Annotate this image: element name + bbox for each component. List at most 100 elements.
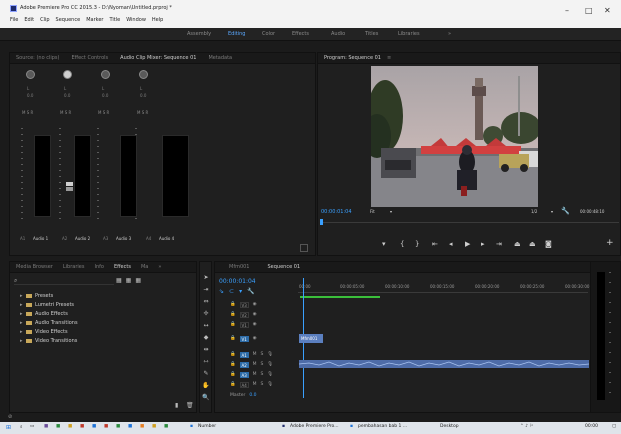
tree-item-video-transitions[interactable]: ▸ Video Transitions: [10, 337, 190, 346]
tree-item-audio-effects[interactable]: ▸ Audio Effects: [10, 310, 190, 319]
taskbar-app-icon[interactable]: ■: [164, 424, 168, 429]
taskbar-app-icon[interactable]: ■: [92, 424, 96, 429]
dropdown-arrow-icon[interactable]: ▾: [551, 209, 553, 214]
mark-in-icon[interactable]: {: [400, 240, 404, 248]
add-marker-icon[interactable]: ▾: [239, 288, 242, 295]
program-scrubber[interactable]: [320, 222, 619, 223]
taskbar-window-word[interactable]: pembahasan bab 1 ...: [358, 424, 407, 429]
mute-icon[interactable]: M: [253, 352, 257, 357]
lock-icon[interactable]: 🔒: [230, 336, 236, 341]
mark-out-icon[interactable]: }: [415, 240, 419, 248]
go-to-out-icon[interactable]: ⇥: [496, 240, 502, 248]
snap-icon[interactable]: ⇘: [219, 288, 224, 295]
lock-icon[interactable]: 🔒: [230, 362, 236, 367]
track-target[interactable]: A4: [239, 381, 249, 388]
workspace-more[interactable]: »: [448, 31, 451, 37]
pan-knob[interactable]: [63, 70, 72, 79]
mute-solo-record-buttons[interactable]: M S R: [22, 110, 33, 115]
lock-icon[interactable]: 🔒: [230, 302, 236, 307]
excel-icon[interactable]: ▪: [190, 424, 193, 429]
pan-knob[interactable]: [26, 70, 35, 79]
rate-stretch-icon[interactable]: ↔: [202, 322, 210, 330]
eye-icon[interactable]: ◉: [253, 312, 257, 317]
new-bin-icon[interactable]: ▮: [175, 402, 178, 409]
workspace-titles[interactable]: Titles: [365, 31, 378, 37]
menu-marker[interactable]: Marker: [86, 17, 103, 23]
tab-effects[interactable]: Effects: [114, 264, 131, 270]
workspace-color[interactable]: Color: [262, 31, 275, 37]
mute-icon[interactable]: M: [253, 372, 257, 377]
track-target[interactable]: A3: [239, 371, 249, 378]
work-area-bar[interactable]: [300, 296, 380, 298]
hand-tool-icon[interactable]: ✋: [202, 382, 210, 390]
yuv-effects-icon[interactable]: ▦: [135, 277, 141, 284]
task-view-icon[interactable]: ▭: [30, 424, 34, 429]
add-button-icon[interactable]: +: [606, 238, 614, 248]
file-explorer-icon[interactable]: ■: [68, 424, 72, 429]
tab-mfm001[interactable]: Mfm001: [229, 264, 250, 270]
tab-info[interactable]: Info: [94, 264, 103, 270]
wrench-icon[interactable]: 🔧: [561, 207, 570, 215]
taskbar-app-icon[interactable]: ■: [116, 424, 120, 429]
tab-sequence-01[interactable]: Sequence 01: [268, 264, 301, 270]
slide-tool-icon[interactable]: ⇿: [202, 358, 210, 366]
step-back-icon[interactable]: ◂: [449, 240, 453, 248]
workspace-assembly[interactable]: Assembly: [187, 31, 211, 37]
taskbar-app-icon[interactable]: ■: [44, 424, 48, 429]
slip-tool-icon[interactable]: ⇹: [202, 346, 210, 354]
pan-knob[interactable]: [139, 70, 148, 79]
menu-help[interactable]: Help: [152, 17, 163, 23]
mute-icon[interactable]: M: [253, 382, 257, 387]
pen-tool-icon[interactable]: ✎: [202, 370, 210, 378]
step-forward-icon[interactable]: ▸: [481, 240, 485, 248]
menu-edit[interactable]: Edit: [24, 17, 34, 23]
razor-tool-icon[interactable]: ◆: [202, 334, 210, 342]
menu-sequence[interactable]: Sequence: [56, 17, 81, 23]
panel-menu-icon[interactable]: ≡: [387, 55, 391, 61]
tree-item-lumetri-presets[interactable]: ▸ Lumetri Presets: [10, 301, 190, 310]
mic-icon[interactable]: 🎙: [267, 372, 273, 377]
solo-icon[interactable]: S: [261, 362, 264, 367]
track-target[interactable]: A1: [239, 351, 249, 358]
solo-icon[interactable]: S: [261, 382, 264, 387]
tab-libraries[interactable]: Libraries: [63, 264, 85, 270]
extract-icon[interactable]: ⏏: [529, 240, 536, 248]
mute-solo-record-buttons[interactable]: M S R: [98, 110, 109, 115]
lock-icon[interactable]: 🔒: [230, 322, 236, 327]
track-target[interactable]: V3: [239, 301, 249, 308]
selection-tool-icon[interactable]: ➤: [202, 274, 210, 282]
export-frame-icon[interactable]: ◙: [545, 240, 552, 248]
lock-icon[interactable]: 🔒: [230, 352, 236, 357]
taskbar-app-icon[interactable]: ■: [104, 424, 108, 429]
tab-effect-controls[interactable]: Effect Controls: [71, 55, 108, 61]
track-select-icon[interactable]: ⇥: [202, 286, 210, 294]
eye-icon[interactable]: ◉: [253, 302, 257, 307]
menu-file[interactable]: File: [10, 17, 18, 23]
menu-clip[interactable]: Clip: [40, 17, 49, 23]
track-target[interactable]: V1: [239, 335, 249, 342]
mic-icon[interactable]: 🎙: [267, 352, 273, 357]
mute-icon[interactable]: M: [253, 362, 257, 367]
taskbar-app-icon[interactable]: ■: [152, 424, 156, 429]
effects-search-input[interactable]: ⌕: [14, 277, 114, 285]
pan-knob[interactable]: [101, 70, 110, 79]
workspace-audio[interactable]: Audio: [331, 31, 345, 37]
close-button[interactable]: ✕: [604, 6, 611, 15]
accelerated-effects-icon[interactable]: ▦: [116, 277, 122, 284]
panel-menu-icon[interactable]: [300, 244, 308, 252]
taskbar-window-premiere[interactable]: Adobe Premiere Pro...: [290, 424, 339, 429]
menu-window[interactable]: Window: [126, 17, 146, 23]
mic-icon[interactable]: 🎙: [267, 382, 273, 387]
delete-icon[interactable]: 🗑: [186, 402, 194, 409]
lock-icon[interactable]: 🔒: [230, 382, 236, 387]
word-icon[interactable]: ▪: [350, 424, 353, 429]
go-to-in-icon[interactable]: ⇤: [432, 240, 438, 248]
taskbar-window-number[interactable]: Number: [198, 424, 216, 429]
timeline-timecode[interactable]: 00:00:01:04: [219, 278, 256, 285]
menu-title[interactable]: Title: [109, 17, 120, 23]
lock-icon[interactable]: 🔒: [230, 312, 236, 317]
tree-item-video-effects[interactable]: ▸ Video Effects: [10, 328, 190, 337]
tab-media-browser[interactable]: Media Browser: [16, 264, 53, 270]
tree-item-presets[interactable]: ▸ Presets: [10, 292, 190, 301]
workspace-effects[interactable]: Effects: [292, 31, 309, 37]
